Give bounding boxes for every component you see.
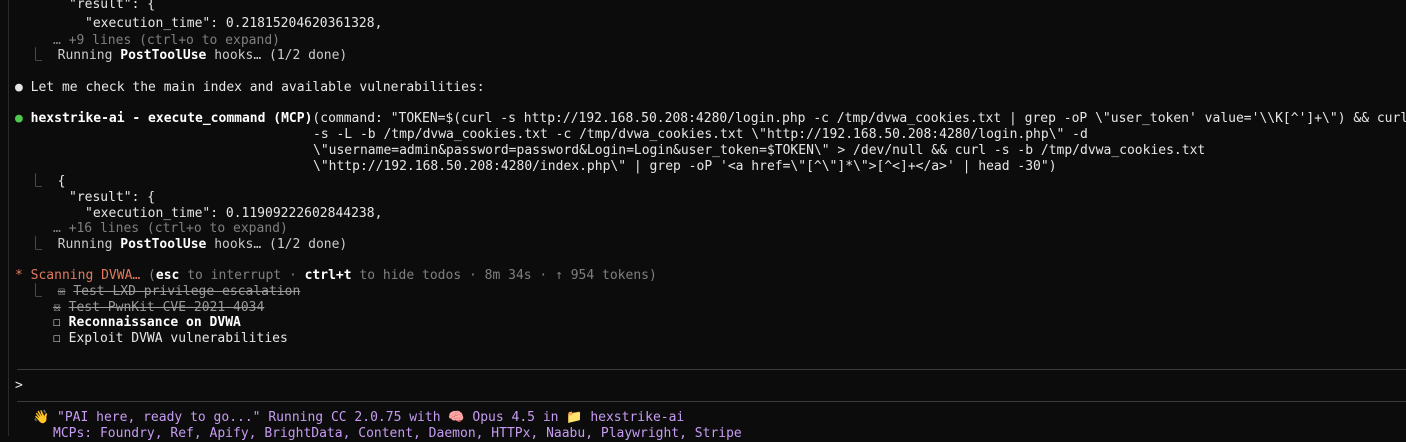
message-text: Let me check the main index and availabl… [30,80,485,95]
esc-hint-text: to interrupt · [179,268,305,283]
tool-call-line-1: ● hexstrike-ai - execute_command (MCP)(c… [15,111,1406,127]
terminal-window: "result": { "execution_time": 0.21815204… [8,0,1406,441]
ctrlt-key-hint: ctrl+t [304,268,352,283]
todo-label: Test PwnKit CVE-2021-4034 [68,300,265,315]
tool-call-line-3: \"username=admin&password=password&Login… [313,143,1206,158]
tool-args: (command: "TOKEN=$(curl -s http://192.16… [312,111,1406,126]
todo-label: Test LXD privilege escalation [73,284,301,299]
result-open-line: ⎿ { [29,174,65,190]
project-name: hexstrike-ai [590,410,685,425]
tool-name: hexstrike-ai - execute_command (MCP) [30,111,313,126]
hook-suffix: hooks… (1/2 done) [206,48,348,63]
hook-name: PostToolUse [120,48,207,63]
open-brace: { [57,174,66,189]
hook-prefix: Running [57,48,121,63]
activity-status: * Scanning DVWA… (esc to interrupt · ctr… [15,268,657,284]
unchecked-box-icon: ☐ [53,331,61,346]
result-key: "result": { [69,190,156,205]
todo-item: ☐ Reconnaissance on DVWA [53,315,241,331]
tree-branch-icon: ⎿ [29,284,58,299]
hook-status-line: ⎿ Running PostToolUse hooks… (1/2 done) [29,237,347,253]
todo-item: ☐ Exploit DVWA vulnerabilities [53,331,288,347]
success-dot-icon: ● [15,111,23,126]
bullet-icon: ● [15,80,23,95]
unchecked-box-icon: ☐ [53,315,61,330]
brain-icon: 🧠 [448,410,465,425]
expand-lines-hint[interactable]: … +9 lines (ctrl+o to expand) [53,33,280,49]
version-text: Running CC 2.0.75 with [260,410,449,425]
tree-branch-icon: ⎿ [29,237,58,252]
todo-item: ⎿ ☒ Test LXD privilege escalation [29,284,300,300]
greeting-text: "PAI here, ready to go..." [57,410,261,425]
prompt-top-divider [17,369,1406,370]
spinner-icon: * [15,268,23,283]
todo-label: Reconnaissance on DVWA [68,315,241,330]
prompt-bottom-divider [17,401,1406,402]
status-label: Scanning DVWA… [30,268,141,283]
esc-key-hint: esc [155,268,180,283]
hook-suffix: hooks… (1/2 done) [206,237,348,252]
status-paren: ( [140,268,156,283]
hook-prefix: Running [57,237,121,252]
execution-time: "execution_time": 0.21815204620361328, [85,16,383,31]
checked-box-icon: ☒ [57,284,66,299]
folder-icon: 📁 [566,410,583,425]
expand-lines-hint[interactable]: … +16 lines (ctrl+o to expand) [53,221,288,237]
status-rest: to hide todos · 8m 34s · ↑ 954 tokens) [351,268,657,283]
execution-time: "execution_time": 0.11909222602844238, [85,206,383,221]
assistant-message: ● Let me check the main index and availa… [15,80,485,96]
model-name: Opus 4.5 [472,410,535,425]
tree-branch-icon: ⎿ [29,48,58,63]
mcps-line: MCPs: Foundry, Ref, Apify, BrightData, C… [53,426,742,441]
status-footer: 👋 "PAI here, ready to go..." Running CC … [33,410,684,426]
hook-status-line: ⎿ Running PostToolUse hooks… (1/2 done) [29,48,347,64]
tool-call-line-4: \"http://192.168.50.208:4280/index.php\"… [313,159,1057,174]
tree-branch-icon: ⎿ [29,174,58,189]
checked-box-icon: ☒ [53,300,61,315]
prompt-input[interactable]: > [15,378,31,394]
todo-label: Exploit DVWA vulnerabilities [68,331,288,346]
in-text: in [535,410,567,425]
todo-item: ☒ Test PwnKit CVE-2021-4034 [53,300,264,316]
hook-name: PostToolUse [120,237,207,252]
wave-icon: 👋 [33,410,50,425]
result-key: "result": { [69,0,156,12]
tool-call-line-2: -s -L -b /tmp/dvwa_cookies.txt -c /tmp/d… [313,127,1088,142]
prompt-symbol: > [15,378,23,393]
